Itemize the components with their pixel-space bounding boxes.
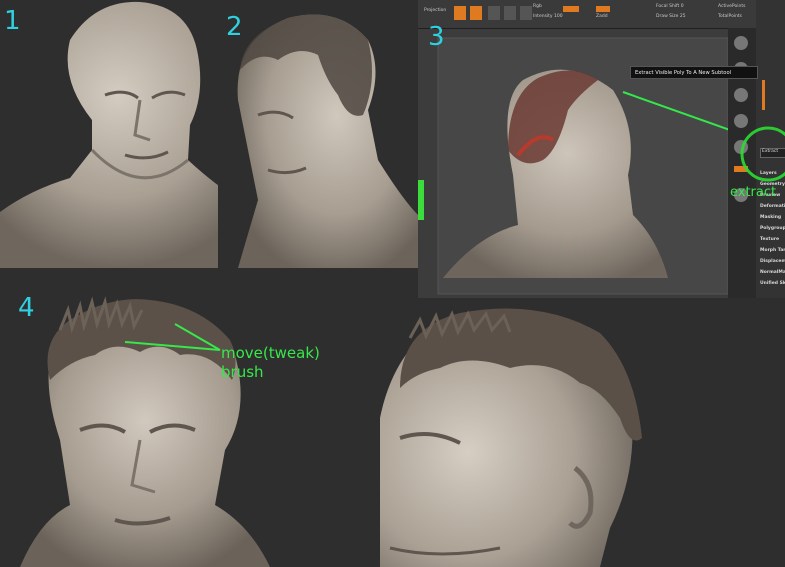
brush-annotation-line2: brush [221,363,264,381]
extract-annotation: extract [730,185,777,200]
toolbar-move-button[interactable] [488,6,500,20]
toolbar-scale-button[interactable] [504,6,516,20]
zbrush-top-toolbar: Projection Rgb Intensity 100 Zadd Focal … [418,0,756,29]
menu-item-normalmap[interactable]: NormalMap [760,267,785,278]
head-profile-render [380,308,642,567]
toolbar-zadd[interactable]: Zadd [596,14,608,19]
extract-highlight-ring [740,126,785,182]
panel-4-hair-head [0,280,380,567]
toolbar-intensity[interactable]: Intensity 100 [533,14,563,19]
shelf-icon-1[interactable] [734,36,748,50]
toolbar-zadd-button[interactable] [563,6,579,12]
panel-2-hairline-head [218,0,418,268]
toolbar-zsub-button[interactable] [596,6,610,12]
panel-orange-slider[interactable] [762,80,765,110]
toolbar-projection-master[interactable]: Projection [424,8,446,13]
toolbar-total-points: TotalPoints [718,14,743,19]
step-number-1: 1 [4,6,21,36]
menu-item-deformation[interactable]: Deformation [760,201,785,212]
toolbar-rgb[interactable]: Rgb [533,4,542,9]
menu-item-polygroups[interactable]: Polygroups [760,223,785,234]
step-number-4: 4 [18,293,35,323]
toolbar-active-points: ActivePoints [718,4,746,9]
panel-5-hair-profile [380,298,785,567]
toolbar-focal-shift[interactable]: Focal Shift 0 [656,4,684,9]
brush-annotation-line1: move(tweak) [221,344,320,362]
toolbar-rotate-button[interactable] [520,6,532,20]
toolbar-edit-button[interactable] [454,6,466,20]
head-hair-render [20,296,270,567]
toolbar-draw-size[interactable]: Draw Size 25 [656,14,686,19]
step-number-2: 2 [226,12,243,42]
menu-item-displacement[interactable]: Displacement [760,256,785,267]
toolbar-draw-button[interactable] [470,6,482,20]
menu-item-unified-skin[interactable]: Unified Skin [760,278,785,289]
menu-item-morph-target[interactable]: Morph Target [760,245,785,256]
extract-tooltip: Extract Visible Poly To A New Subtool [630,66,758,79]
shelf-icon-3[interactable] [734,88,748,102]
menu-item-texture[interactable]: Texture [760,234,785,245]
head-hairline-render [237,14,418,268]
menu-item-masking[interactable]: Masking [760,212,785,223]
step-number-3: 3 [428,22,445,52]
